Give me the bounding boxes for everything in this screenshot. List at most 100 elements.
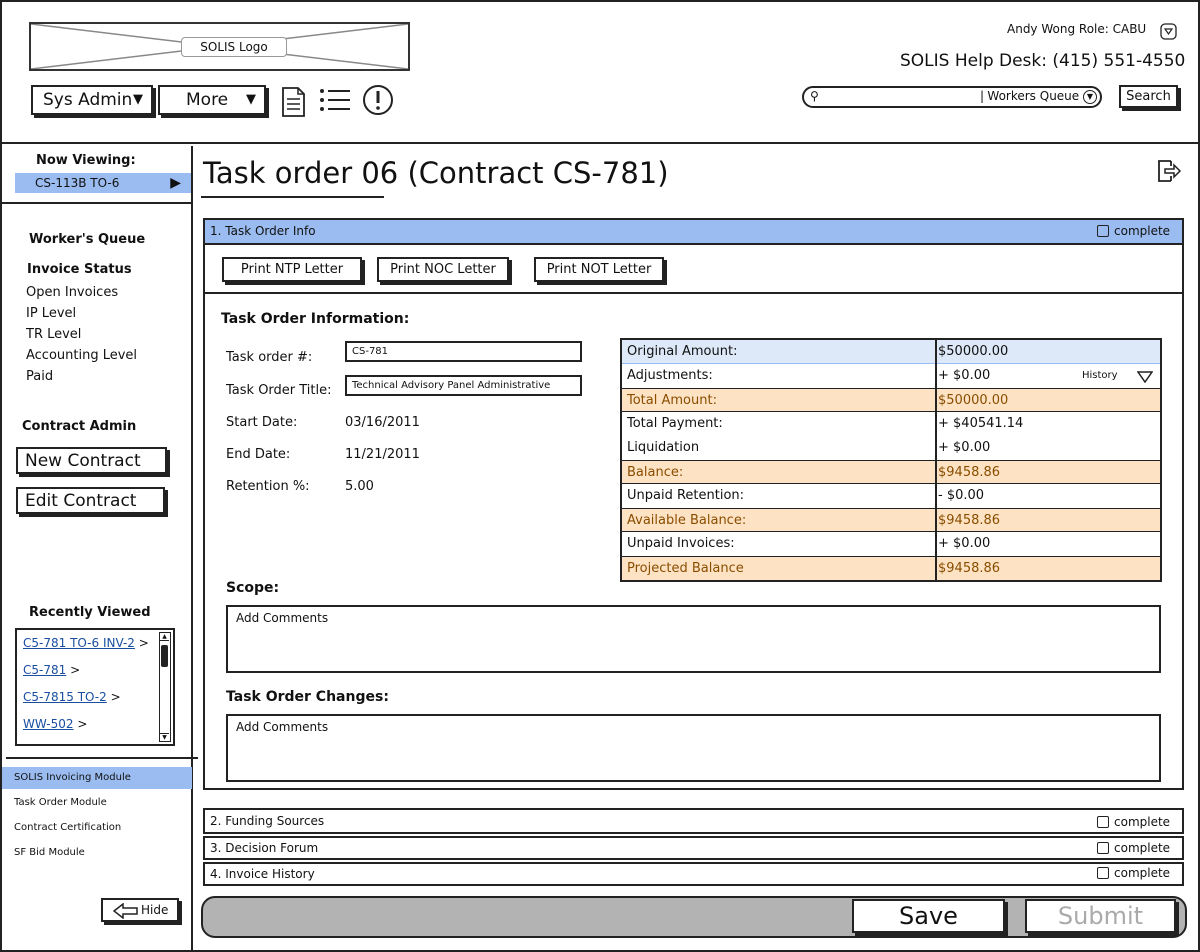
- list-item[interactable]: C5-7815 TO-2 >: [23, 690, 121, 704]
- history-label[interactable]: History: [1082, 364, 1118, 388]
- section-header-decision-forum[interactable]: 3. Decision Forum complete: [203, 836, 1184, 860]
- invoice-status-heading: Invoice Status: [27, 262, 132, 277]
- chevron-right-icon: >: [77, 717, 88, 731]
- user-dropdown-icon[interactable]: [1160, 23, 1177, 40]
- document-icon[interactable]: [281, 86, 307, 118]
- new-contract-button[interactable]: New Contract: [16, 447, 167, 474]
- sidebar-item-open-invoices[interactable]: Open Invoices: [26, 285, 118, 300]
- task-order-title-input[interactable]: Technical Advisory Panel Administrative: [345, 375, 582, 396]
- list-item[interactable]: C5-781 >: [23, 663, 80, 677]
- helpdesk-info: SOLIS Help Desk: (415) 551-4550: [900, 51, 1186, 71]
- alert-icon[interactable]: [362, 84, 394, 116]
- history-dropdown-icon[interactable]: [1137, 371, 1153, 383]
- section-title: 1. Task Order Info: [210, 224, 316, 238]
- complete-label: complete: [1114, 815, 1171, 829]
- search-icon: ⚲: [810, 89, 819, 103]
- caret-down-icon: ▼: [246, 92, 256, 107]
- now-viewing-label: Now Viewing:: [36, 153, 136, 168]
- complete-checkbox[interactable]: [1097, 816, 1109, 828]
- text-cursor: |: [980, 89, 985, 103]
- list-item[interactable]: C5-781 TO-6 INV-2 >: [23, 636, 149, 650]
- search-input[interactable]: ⚲ | Workers Queue ▼: [802, 86, 1102, 108]
- search-scope-select[interactable]: Workers Queue ▼: [987, 89, 1097, 104]
- scrollbar[interactable]: ▲ ▼: [159, 632, 171, 742]
- recently-viewed-heading: Recently Viewed: [29, 605, 151, 620]
- row-label: Liquidation: [627, 440, 700, 455]
- sidebar-item-accounting-level[interactable]: Accounting Level: [26, 348, 137, 363]
- caret-down-icon: ▼: [133, 92, 143, 107]
- recent-link[interactable]: C5-781 TO-6 INV-2: [23, 636, 135, 650]
- page-title: Task order 06 (Contract CS-781): [203, 156, 669, 190]
- task-order-changes-textarea[interactable]: Add Comments: [226, 714, 1161, 782]
- row-label: Total Payment:: [627, 416, 723, 431]
- module-tab-task-order[interactable]: Task Order Module: [2, 792, 192, 814]
- list-icon[interactable]: [318, 87, 352, 113]
- column-divider: [935, 340, 937, 580]
- section-title: 2. Funding Sources: [210, 814, 325, 828]
- end-date-value: 11/21/2011: [345, 447, 420, 462]
- row-value: + $0.00: [938, 440, 991, 455]
- print-noc-letter-button[interactable]: Print NOC Letter: [377, 257, 509, 282]
- sys-admin-menu[interactable]: Sys Admin ▼: [31, 85, 153, 115]
- print-ntp-letter-button[interactable]: Print NTP Letter: [222, 257, 362, 282]
- section-header-task-order-info[interactable]: 1. Task Order Info complete: [203, 218, 1184, 245]
- task-order-number-input[interactable]: CS-781: [345, 341, 582, 362]
- row-value: $9458.86: [938, 561, 1001, 576]
- save-button[interactable]: Save: [852, 899, 1005, 933]
- table-row: Liquidation + $0.00: [622, 436, 1160, 460]
- scroll-down-icon[interactable]: ▼: [160, 733, 169, 741]
- sidebar-item-ip-level[interactable]: IP Level: [26, 306, 76, 321]
- row-value: + $0.00: [938, 536, 991, 551]
- recent-link[interactable]: C5-781: [23, 663, 66, 677]
- row-value: $50000.00: [938, 393, 1009, 408]
- scroll-thumb[interactable]: [161, 645, 168, 667]
- play-arrow-icon: ▶: [170, 175, 181, 191]
- complete-checkbox[interactable]: [1097, 842, 1109, 854]
- start-date-label: Start Date:: [226, 415, 298, 430]
- task-order-changes-heading: Task Order Changes:: [226, 689, 389, 705]
- chevron-right-icon: >: [70, 663, 81, 677]
- table-row: Original Amount: $50000.00: [622, 340, 1160, 364]
- complete-label: complete: [1114, 841, 1171, 855]
- now-viewing-value: CS-113B TO-6: [35, 176, 120, 190]
- sys-admin-label: Sys Admin: [43, 90, 133, 110]
- module-tab-contract-certification[interactable]: Contract Certification: [2, 817, 192, 839]
- list-item[interactable]: WW-502 >: [23, 717, 87, 731]
- row-label: Adjustments:: [627, 368, 713, 383]
- row-value: $50000.00: [938, 344, 1009, 359]
- chevron-down-icon: ▼: [1083, 90, 1097, 104]
- chevron-right-icon: >: [138, 636, 149, 650]
- row-value: $9458.86: [938, 465, 1001, 480]
- chevron-right-icon: >: [110, 690, 121, 704]
- complete-checkbox[interactable]: [1097, 225, 1109, 237]
- recent-link[interactable]: C5-7815 TO-2: [23, 690, 107, 704]
- module-tab-invoicing[interactable]: SOLIS Invoicing Module: [2, 767, 192, 789]
- hide-sidebar-button[interactable]: Hide: [101, 898, 179, 922]
- print-not-letter-button[interactable]: Print NOT Letter: [534, 257, 664, 282]
- sidebar-item-paid[interactable]: Paid: [26, 369, 53, 384]
- edit-contract-button[interactable]: Edit Contract: [16, 487, 165, 514]
- sidebar-item-tr-level[interactable]: TR Level: [26, 327, 81, 342]
- complete-checkbox[interactable]: [1097, 867, 1109, 879]
- scroll-up-icon[interactable]: ▲: [160, 633, 169, 641]
- workers-queue-heading[interactable]: Worker's Queue: [29, 232, 145, 247]
- submit-button[interactable]: Submit: [1025, 899, 1176, 933]
- table-row: Projected Balance $9458.86: [622, 556, 1160, 580]
- complete-label: complete: [1114, 866, 1171, 880]
- more-menu[interactable]: More ▼: [158, 85, 266, 115]
- module-tab-sf-bid[interactable]: SF Bid Module: [2, 842, 192, 864]
- section-title: 3. Decision Forum: [210, 841, 319, 855]
- now-viewing-item[interactable]: CS-113B TO-6 ▶: [15, 173, 191, 193]
- table-row: Unpaid Retention: - $0.00: [622, 484, 1160, 508]
- section-header-invoice-history[interactable]: 4. Invoice History complete: [203, 862, 1184, 886]
- export-icon[interactable]: [1156, 158, 1182, 184]
- retention-label: Retention %:: [226, 479, 310, 494]
- recent-link[interactable]: WW-502: [23, 717, 73, 731]
- logo: SOLIS Logo: [29, 22, 410, 71]
- row-label: Total Amount:: [627, 393, 717, 408]
- row-value: - $0.00: [938, 488, 985, 503]
- section-header-funding-sources[interactable]: 2. Funding Sources complete: [203, 808, 1184, 834]
- search-button[interactable]: Search: [1119, 85, 1178, 108]
- contract-admin-heading: Contract Admin: [22, 419, 137, 434]
- scope-textarea[interactable]: Add Comments: [226, 605, 1161, 673]
